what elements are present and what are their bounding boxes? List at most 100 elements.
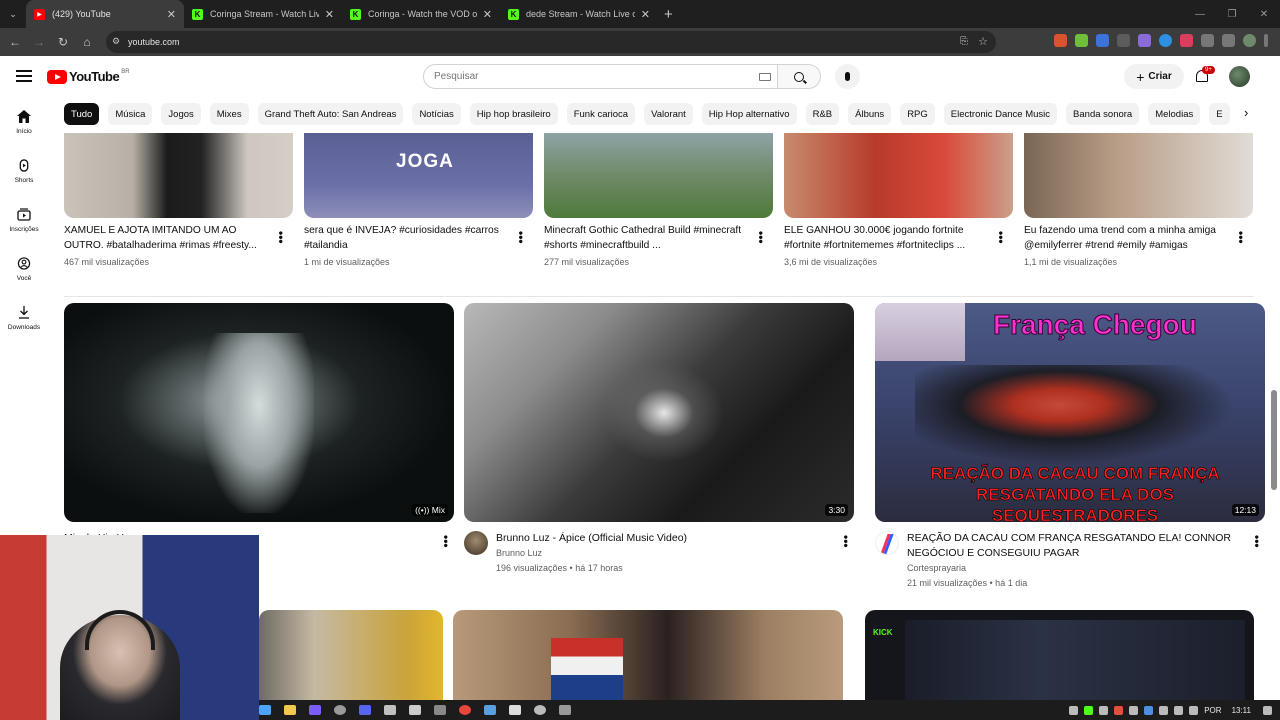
- tray-icon[interactable]: [1069, 705, 1079, 715]
- more-options-icon[interactable]: •••: [1234, 231, 1248, 244]
- app-icon[interactable]: [334, 705, 346, 715]
- more-options-icon[interactable]: •••: [754, 231, 768, 244]
- app-icon[interactable]: [484, 705, 496, 715]
- back-icon[interactable]: ←: [3, 35, 27, 49]
- tab-search-icon[interactable]: ⌄: [0, 9, 26, 20]
- video-card[interactable]: 3:30 Brunno Luz - Ápice (Official Music …: [464, 303, 854, 573]
- chevron-right-icon[interactable]: ›: [1244, 105, 1248, 120]
- search-button[interactable]: [778, 64, 821, 89]
- tray-icon[interactable]: [1099, 705, 1109, 715]
- channel-name[interactable]: Cortesprayaria: [907, 563, 966, 573]
- close-window-icon[interactable]: ✕: [1248, 0, 1280, 28]
- page-scrollbar[interactable]: [1271, 390, 1277, 490]
- more-options-icon[interactable]: •••: [439, 535, 453, 548]
- chip[interactable]: Melodias: [1148, 103, 1201, 125]
- video-thumbnail[interactable]: KICK: [865, 610, 1254, 700]
- forward-icon[interactable]: →: [27, 35, 51, 49]
- chip[interactable]: Álbuns: [848, 103, 892, 125]
- start-icon[interactable]: [259, 705, 271, 715]
- short-thumbnail[interactable]: [1024, 133, 1253, 218]
- video-title[interactable]: Brunno Luz - Ápice (Official Music Video…: [496, 531, 826, 546]
- clock[interactable]: 13:11: [1232, 706, 1251, 715]
- sidebar-item-shorts[interactable]: Shorts: [0, 147, 48, 196]
- sidebar-item-subscriptions[interactable]: Inscrições: [0, 196, 48, 245]
- chip[interactable]: Hip hop brasileiro: [469, 103, 558, 125]
- chrome-icon[interactable]: [459, 705, 471, 715]
- sidebar-item-downloads[interactable]: Downloads: [0, 294, 48, 343]
- app-icon[interactable]: [509, 705, 521, 715]
- short-card[interactable]: Eu fazendo uma trend com a minha amiga @…: [1024, 133, 1253, 267]
- voice-search-button[interactable]: [835, 64, 860, 89]
- extension-icon[interactable]: [1159, 34, 1172, 47]
- channel-avatar[interactable]: [464, 531, 488, 555]
- search-input[interactable]: Pesquisar: [423, 64, 778, 89]
- chip-all[interactable]: Tudo: [64, 103, 100, 125]
- extension-icon[interactable]: [1117, 34, 1130, 47]
- chip[interactable]: R&B: [805, 103, 840, 125]
- short-thumbnail[interactable]: [544, 133, 773, 218]
- input-language[interactable]: POR: [1204, 706, 1221, 715]
- discord-icon[interactable]: [359, 705, 371, 715]
- extension-icon[interactable]: [1138, 34, 1151, 47]
- video-thumbnail[interactable]: [259, 610, 443, 700]
- reading-list-icon[interactable]: [1222, 34, 1235, 47]
- browser-tab-kick-1[interactable]: K Coringa Stream - Watch Live on K ✕: [184, 0, 342, 28]
- app-icon[interactable]: [384, 705, 396, 715]
- short-card[interactable]: ELE GANHOU 30.000€ jogando fortnite #for…: [784, 133, 1013, 267]
- browser-tab-kick-3[interactable]: K dede Stream - Watch Live on Ki ✕: [500, 0, 658, 28]
- reload-icon[interactable]: ↻: [51, 35, 75, 49]
- short-title[interactable]: ELE GANHOU 30.000€ jogando fortnite #for…: [784, 224, 996, 253]
- bookmark-star-icon[interactable]: ☆: [978, 35, 988, 48]
- more-options-icon[interactable]: •••: [994, 231, 1008, 244]
- youtube-logo[interactable]: YouTube BR: [47, 69, 130, 84]
- close-tab-icon[interactable]: ✕: [167, 8, 176, 21]
- browser-tab-kick-2[interactable]: K Coringa - Watch the VOD on Ki ✕: [342, 0, 500, 28]
- address-bar[interactable]: ⚙ youtube.com ⎘ ☆: [106, 31, 996, 53]
- extension-icon[interactable]: [1075, 34, 1088, 47]
- extension-icon[interactable]: [1180, 34, 1193, 47]
- more-options-icon[interactable]: •••: [1250, 535, 1264, 548]
- site-info-icon[interactable]: ⚙: [112, 36, 120, 47]
- chip[interactable]: Música: [108, 103, 153, 125]
- short-thumbnail[interactable]: JOGA: [304, 133, 533, 218]
- file-explorer-icon[interactable]: [284, 705, 296, 715]
- create-button[interactable]: + Criar: [1124, 64, 1184, 89]
- short-card[interactable]: XAMUEL E AJOTA IMITANDO UM AO OUTRO. #ba…: [64, 133, 293, 267]
- browser-tab-youtube[interactable]: ▶ (429) YouTube ✕: [26, 0, 184, 28]
- volume-icon[interactable]: [1174, 705, 1184, 715]
- more-options-icon[interactable]: •••: [274, 231, 288, 244]
- new-tab-icon[interactable]: +: [664, 6, 673, 23]
- short-thumbnail[interactable]: [64, 133, 293, 218]
- video-card-mix[interactable]: ((•)) Mix Mix de Hip Hop •••: [64, 303, 454, 548]
- install-app-icon[interactable]: ⎘: [960, 36, 968, 47]
- video-thumbnail[interactable]: 3:30: [464, 303, 854, 522]
- video-card[interactable]: França Chegou REAÇÃO DA CACAU COM FRANÇA…: [875, 303, 1265, 588]
- home-browser-icon[interactable]: ⌂: [75, 35, 99, 49]
- chip[interactable]: Jogos: [161, 103, 201, 125]
- app-icon[interactable]: [434, 705, 446, 715]
- app-icon[interactable]: [309, 705, 321, 715]
- video-thumbnail[interactable]: [453, 610, 843, 700]
- chip[interactable]: Grand Theft Auto: San Andreas: [257, 103, 404, 125]
- more-options-icon[interactable]: •••: [514, 231, 528, 244]
- chip[interactable]: Mixes: [209, 103, 249, 125]
- short-title[interactable]: Minecraft Gothic Cathedral Build #minecr…: [544, 224, 756, 253]
- short-title[interactable]: XAMUEL E AJOTA IMITANDO UM AO OUTRO. #ba…: [64, 224, 276, 253]
- chip[interactable]: Valorant: [644, 103, 693, 125]
- maximize-icon[interactable]: ❐: [1216, 0, 1248, 28]
- video-title[interactable]: REAÇÃO DA CACAU COM FRANÇA RESGATANDO EL…: [907, 531, 1237, 560]
- chip[interactable]: E: [1209, 103, 1230, 125]
- hamburger-menu-icon[interactable]: [16, 70, 32, 82]
- short-title[interactable]: sera que é INVEJA? #curiosidades #carros…: [304, 224, 516, 253]
- extension-icon[interactable]: [1054, 34, 1067, 47]
- settings-icon[interactable]: [534, 705, 546, 715]
- sidebar-item-you[interactable]: Você: [0, 245, 48, 294]
- sidebar-item-home[interactable]: Início: [0, 98, 48, 147]
- close-tab-icon[interactable]: ✕: [483, 8, 492, 21]
- chip[interactable]: Hip Hop alternativo: [701, 103, 797, 125]
- battery-icon[interactable]: [1189, 705, 1199, 715]
- app-icon[interactable]: [409, 705, 421, 715]
- wifi-icon[interactable]: [1159, 705, 1169, 715]
- tray-icon[interactable]: [1144, 705, 1154, 715]
- channel-name[interactable]: Brunno Luz: [496, 548, 542, 558]
